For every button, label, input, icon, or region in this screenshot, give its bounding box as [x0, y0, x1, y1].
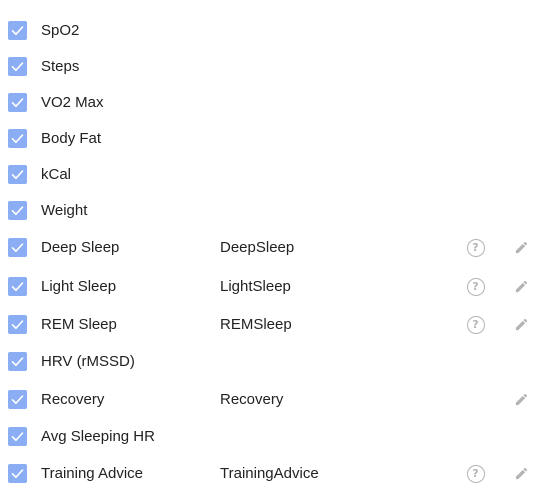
metric-key: Recovery: [220, 391, 284, 408]
metric-key: REMSleep: [220, 316, 292, 333]
checkmark-icon: [11, 282, 24, 292]
pencil-icon: [515, 467, 528, 480]
metric-row-vo2-max: VO2 Max: [0, 88, 541, 118]
pencil-icon: [515, 393, 528, 406]
metric-key: LightSleep: [220, 278, 291, 295]
metric-label: Steps: [41, 58, 80, 75]
metric-label: HRV (rMSSD): [41, 353, 135, 370]
checkmark-icon: [11, 170, 24, 180]
metric-checkbox[interactable]: [8, 129, 27, 148]
metric-checkbox[interactable]: [8, 352, 27, 371]
metric-label: Training Advice: [41, 465, 143, 482]
metric-row-rem-sleep: REM Sleep REMSleep ?: [0, 310, 541, 340]
help-icon[interactable]: ?: [467, 316, 485, 334]
metric-label: Avg Sleeping HR: [41, 428, 155, 445]
checkmark-icon: [11, 26, 24, 36]
help-glyph: ?: [472, 280, 479, 293]
metric-label: REM Sleep: [41, 316, 117, 333]
metric-checkbox[interactable]: [8, 427, 27, 446]
metric-key: TrainingAdvice: [220, 465, 319, 482]
metric-checkbox[interactable]: [8, 93, 27, 112]
edit-icon[interactable]: [514, 466, 529, 481]
metric-checkbox[interactable]: [8, 165, 27, 184]
metric-checkbox[interactable]: [8, 464, 27, 483]
checkmark-icon: [11, 395, 24, 405]
metric-label: Deep Sleep: [41, 239, 120, 256]
checkmark-icon: [11, 62, 24, 72]
checkmark-icon: [11, 206, 24, 216]
checkmark-icon: [11, 134, 24, 144]
metric-key: DeepSleep: [220, 239, 295, 256]
metric-row-weight: Weight: [0, 196, 541, 226]
help-glyph: ?: [472, 318, 479, 331]
help-glyph: ?: [472, 241, 479, 254]
metric-row-body-fat: Body Fat: [0, 124, 541, 154]
pencil-icon: [515, 318, 528, 331]
metric-row-avg-sleeping-hr: Avg Sleeping HR: [0, 422, 541, 452]
metric-checkbox[interactable]: [8, 57, 27, 76]
metric-label: VO2 Max: [41, 94, 104, 111]
checkmark-icon: [11, 432, 24, 442]
checkmark-icon: [11, 357, 24, 367]
help-icon[interactable]: ?: [467, 465, 485, 483]
checkmark-icon: [11, 98, 24, 108]
edit-icon[interactable]: [514, 392, 529, 407]
help-icon[interactable]: ?: [467, 278, 485, 296]
edit-icon[interactable]: [514, 317, 529, 332]
metric-row-steps: Steps: [0, 52, 541, 82]
metric-checkbox[interactable]: [8, 201, 27, 220]
checkmark-icon: [11, 320, 24, 330]
metric-label: Body Fat: [41, 130, 102, 147]
metric-checkbox[interactable]: [8, 238, 27, 257]
checkmark-icon: [11, 243, 24, 253]
pencil-icon: [515, 280, 528, 293]
metric-label: Light Sleep: [41, 278, 117, 295]
metric-label: kCal: [41, 166, 72, 183]
edit-icon[interactable]: [514, 240, 529, 255]
metric-label: Recovery: [41, 391, 105, 408]
pencil-icon: [515, 241, 528, 254]
metric-checkbox[interactable]: [8, 277, 27, 296]
metric-row-spo2: SpO2: [0, 16, 541, 46]
metric-checkbox[interactable]: [8, 315, 27, 334]
metric-row-deep-sleep: Deep Sleep DeepSleep ?: [0, 233, 541, 263]
help-glyph: ?: [472, 467, 479, 480]
help-icon[interactable]: ?: [467, 239, 485, 257]
metric-row-kcal: kCal: [0, 160, 541, 190]
metric-row-light-sleep: Light Sleep LightSleep ?: [0, 272, 541, 302]
edit-icon[interactable]: [514, 279, 529, 294]
checkmark-icon: [11, 469, 24, 479]
metric-label: SpO2: [41, 22, 80, 39]
metric-label: Weight: [41, 202, 88, 219]
metric-checkbox[interactable]: [8, 21, 27, 40]
metric-row-recovery: Recovery Recovery: [0, 385, 541, 415]
metric-checkbox[interactable]: [8, 390, 27, 409]
metric-row-training-advice: Training Advice TrainingAdvice ?: [0, 459, 541, 489]
metric-row-hrv: HRV (rMSSD): [0, 347, 541, 377]
